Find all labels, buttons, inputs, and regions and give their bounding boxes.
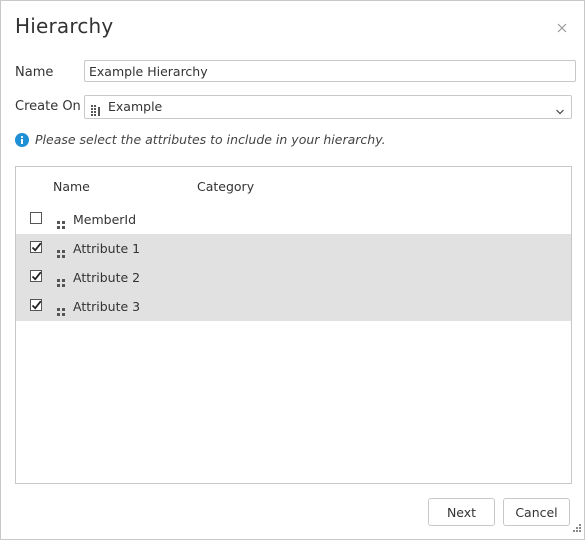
list-item-label: Attribute 2	[73, 270, 141, 285]
attribute-dots-icon	[57, 214, 65, 233]
column-header-category[interactable]: Category	[197, 179, 254, 194]
attribute-dots-icon	[57, 301, 65, 320]
close-icon[interactable]	[553, 19, 571, 37]
list-item[interactable]: Attribute 2	[16, 263, 571, 292]
list-item-label: MemberId	[73, 212, 137, 227]
hierarchy-dialog: Hierarchy Name Create On Example	[0, 0, 585, 540]
info-message: Please select the attributes to include …	[35, 132, 386, 147]
grid-icon	[91, 101, 102, 120]
column-header-name[interactable]: Name	[53, 179, 90, 194]
attribute-list: Name Category MemberId Attribute 1 Attri…	[15, 166, 572, 484]
checkbox-checked[interactable]	[30, 241, 42, 253]
name-label: Name	[15, 65, 54, 80]
list-item[interactable]: MemberId	[16, 205, 571, 234]
create-on-select[interactable]: Example	[84, 95, 572, 119]
checkbox[interactable]	[30, 212, 42, 224]
checkbox-checked[interactable]	[30, 299, 42, 311]
list-item[interactable]: Attribute 3	[16, 292, 571, 321]
create-on-label: Create On	[15, 99, 81, 114]
resize-grip-icon[interactable]	[573, 517, 581, 536]
attribute-dots-icon	[57, 243, 65, 262]
attribute-dots-icon	[57, 272, 65, 291]
next-button[interactable]: Next	[428, 498, 495, 526]
checkbox-checked[interactable]	[30, 270, 42, 282]
info-icon	[15, 132, 29, 151]
list-item-label: Attribute 3	[73, 299, 141, 314]
cancel-button[interactable]: Cancel	[503, 498, 570, 526]
list-item-label: Attribute 1	[73, 241, 141, 256]
dialog-title: Hierarchy	[15, 14, 114, 38]
create-on-value: Example	[108, 99, 163, 114]
name-input[interactable]	[84, 60, 576, 82]
list-item[interactable]: Attribute 1	[16, 234, 571, 263]
chevron-down-icon	[555, 102, 565, 121]
